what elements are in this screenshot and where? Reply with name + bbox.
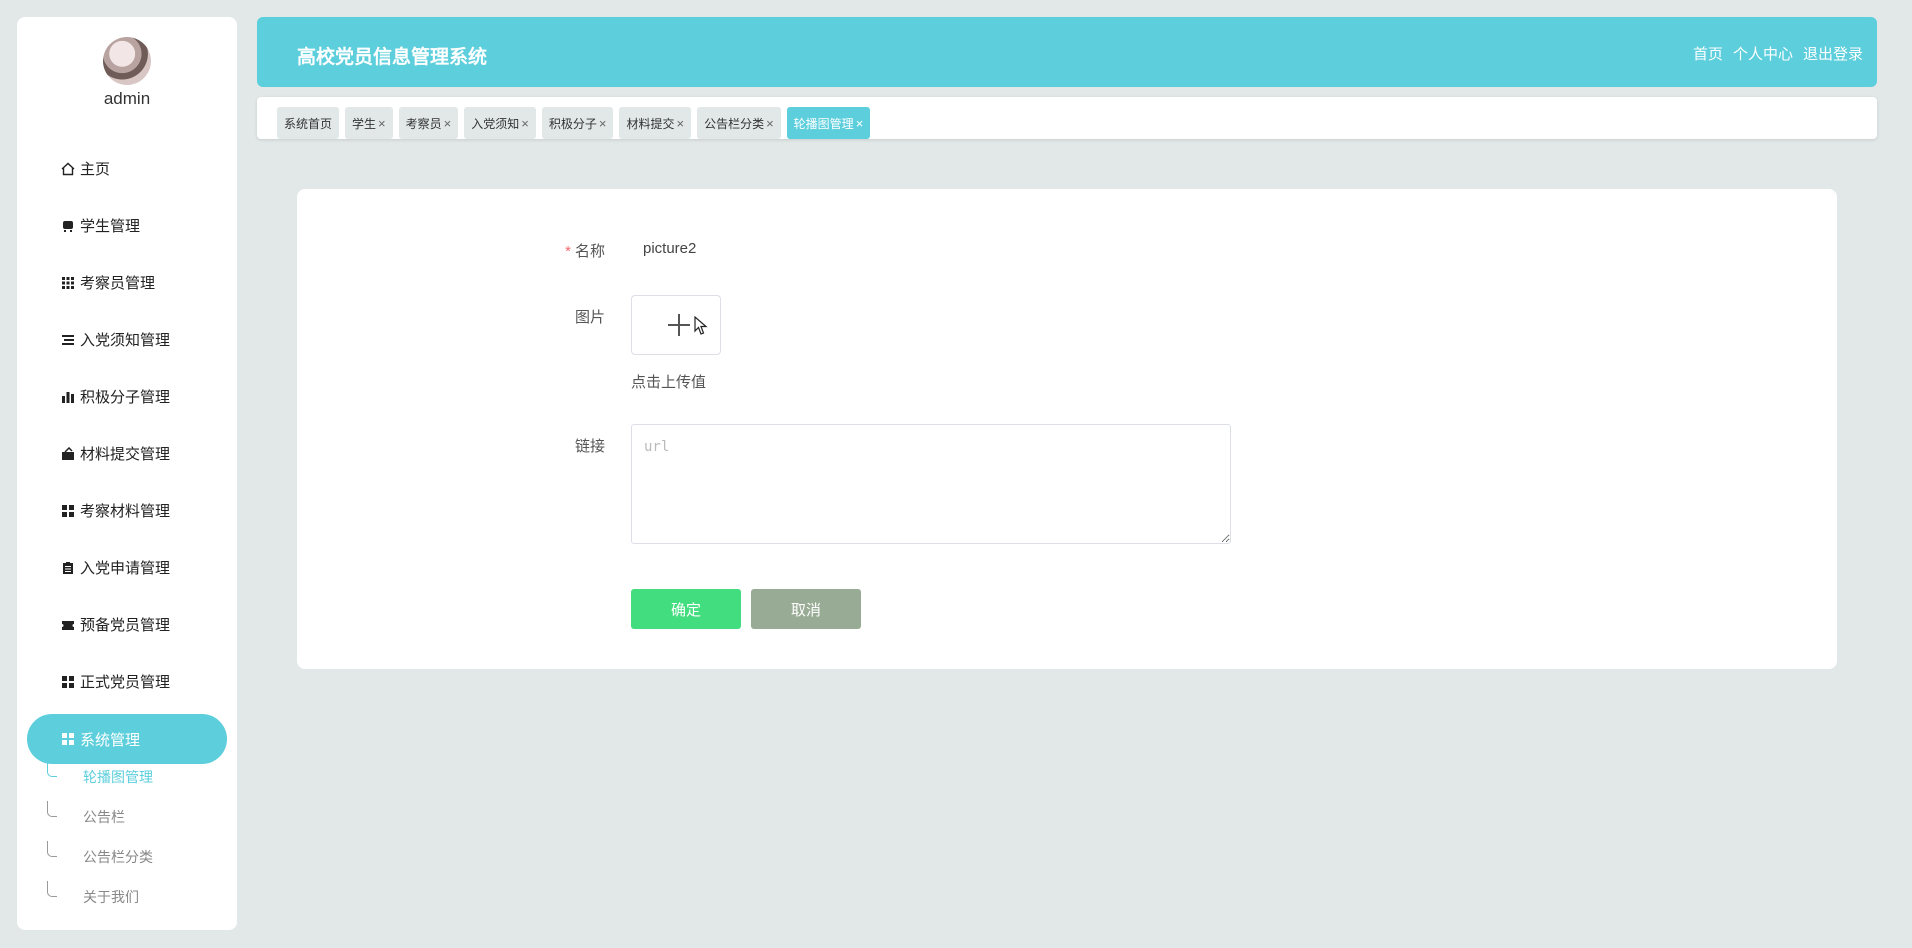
tree-branch-icon <box>47 881 57 897</box>
tree-branch-icon <box>47 761 57 777</box>
tab-notice-category[interactable]: 公告栏分类 × <box>697 107 781 139</box>
image-label: 图片 <box>574 309 605 326</box>
home-icon <box>60 161 76 177</box>
submenu-item-label: 公告栏 <box>83 809 125 825</box>
grid-icon <box>60 275 76 291</box>
link-label: 链接 <box>574 438 605 455</box>
app-title: 高校党员信息管理系统 <box>297 47 488 68</box>
name-value[interactable]: picture2 <box>643 240 696 257</box>
sidebar-item-label: 积极分子管理 <box>80 389 171 406</box>
tree-branch-icon <box>47 801 57 817</box>
cancel-button[interactable]: 取消 <box>751 589 861 629</box>
sidebar-item-students[interactable]: 学生管理 <box>17 197 237 254</box>
sidebar-item-applications[interactable]: 入党申请管理 <box>17 539 237 596</box>
tab-bar: 系统首页 学生 × 考察员 × 入党须知 × 积极分子 × 材料提交 × 公告栏分类 × 轮… <box>257 97 1877 139</box>
close-icon[interactable]: × <box>676 116 684 131</box>
name-label: * 名称 <box>525 240 605 261</box>
submenu-item-carousel[interactable]: 轮播图管理 <box>17 757 237 797</box>
sidebar-item-label: 学生管理 <box>80 218 141 235</box>
tab-label: 积极分子 <box>548 116 597 131</box>
tab-label: 考察员 <box>405 116 442 131</box>
tab-material-submit[interactable]: 材料提交 × <box>619 107 692 139</box>
sidebar-item-full-members[interactable]: 正式党员管理 <box>17 653 237 710</box>
sidebar-item-label: 考察员管理 <box>80 275 156 292</box>
submenu-item-about[interactable]: 关于我们 <box>17 877 237 917</box>
submenu-item-notice-board[interactable]: 公告栏 <box>17 797 237 837</box>
close-icon[interactable]: × <box>444 116 452 131</box>
sidebar-submenu: 轮播图管理 公告栏 公告栏分类 关于我们 <box>17 757 237 917</box>
upload-tip: 点击上传值 <box>631 374 707 391</box>
tab-label: 系统首页 <box>284 116 333 131</box>
tab-label: 公告栏分类 <box>704 116 765 131</box>
tab-label: 轮播图管理 <box>793 116 854 131</box>
tab-label: 材料提交 <box>626 116 675 131</box>
sidebar-item-label: 主页 <box>80 161 111 178</box>
tab-label: 学生 <box>352 116 377 131</box>
form-card: *名称 picture2 图片 点击上传值 链接 确定 取消 <box>297 189 1837 669</box>
list-icon <box>60 332 76 348</box>
tree-branch-icon <box>47 841 57 857</box>
sidebar-item-label: 系统管理 <box>80 731 141 749</box>
image-upload-button[interactable] <box>631 295 721 355</box>
sidebar-item-label: 材料提交管理 <box>80 446 171 463</box>
sidebar-item-label: 正式党员管理 <box>80 674 171 691</box>
submenu-item-label: 公告栏分类 <box>83 849 153 865</box>
avatar[interactable] <box>103 37 151 85</box>
submenu-item-notice-category[interactable]: 公告栏分类 <box>17 837 237 877</box>
close-icon[interactable]: × <box>378 116 386 131</box>
submenu-item-label: 关于我们 <box>83 889 139 905</box>
sidebar-menu: 主页 学生管理 考察员管理 入党须知管理 积极分子管理 材料提交管理 考察材料管… <box>17 140 237 768</box>
close-icon[interactable]: × <box>856 116 864 131</box>
mouse-cursor-icon <box>694 316 708 335</box>
apps-icon <box>60 674 76 690</box>
required-mark: * <box>565 243 571 260</box>
sidebar-item-inspection-material[interactable]: 考察材料管理 <box>17 482 237 539</box>
sidebar-item-label: 入党申请管理 <box>80 560 171 577</box>
logout-link[interactable]: 退出登录 <box>1803 43 1863 64</box>
sidebar-item-home[interactable]: 主页 <box>17 140 237 197</box>
tab-system-home[interactable]: 系统首页 <box>277 107 340 139</box>
home-link[interactable]: 首页 <box>1693 43 1723 64</box>
name-label-text: 名称 <box>574 243 605 260</box>
close-icon[interactable]: × <box>766 116 774 131</box>
close-icon[interactable]: × <box>521 116 529 131</box>
plus-icon <box>668 314 690 336</box>
bar-chart-icon <box>60 389 76 405</box>
tab-party-notice[interactable]: 入党须知 × <box>464 107 536 139</box>
apps-icon <box>60 503 76 519</box>
tab-label: 入党须知 <box>471 116 520 131</box>
apps-icon <box>60 731 76 747</box>
submenu-item-label: 轮播图管理 <box>83 769 153 785</box>
clipboard-icon <box>60 560 76 576</box>
link-input[interactable] <box>631 424 1231 544</box>
sidebar-item-label: 入党须知管理 <box>80 332 171 349</box>
tab-activists[interactable]: 积极分子 × <box>541 107 614 139</box>
tab-inspectors[interactable]: 考察员 × <box>398 107 459 139</box>
sidebar-item-label: 预备党员管理 <box>80 617 171 634</box>
sidebar-item-activists[interactable]: 积极分子管理 <box>17 368 237 425</box>
sidebar: admin 主页 学生管理 考察员管理 入党须知管理 积极分子管理 材料提交管理… <box>17 17 237 930</box>
confirm-button[interactable]: 确定 <box>631 589 741 629</box>
profile-link[interactable]: 个人中心 <box>1733 43 1793 64</box>
sidebar-item-probationary[interactable]: 预备党员管理 <box>17 596 237 653</box>
folder-icon <box>60 446 76 462</box>
sidebar-item-label: 考察材料管理 <box>80 503 171 520</box>
tab-carousel[interactable]: 轮播图管理 × <box>786 107 871 139</box>
tab-students[interactable]: 学生 × <box>345 107 393 139</box>
sidebar-item-material-submit[interactable]: 材料提交管理 <box>17 425 237 482</box>
sidebar-item-inspectors[interactable]: 考察员管理 <box>17 254 237 311</box>
header-links: 首页 个人中心 退出登录 <box>1693 43 1863 64</box>
close-icon[interactable]: × <box>599 116 607 131</box>
username: admin <box>103 89 151 108</box>
ticket-icon <box>60 617 76 633</box>
top-header: 高校党员信息管理系统 首页 个人中心 退出登录 <box>257 17 1877 87</box>
sidebar-item-party-notice[interactable]: 入党须知管理 <box>17 311 237 368</box>
bus-icon <box>60 218 76 234</box>
